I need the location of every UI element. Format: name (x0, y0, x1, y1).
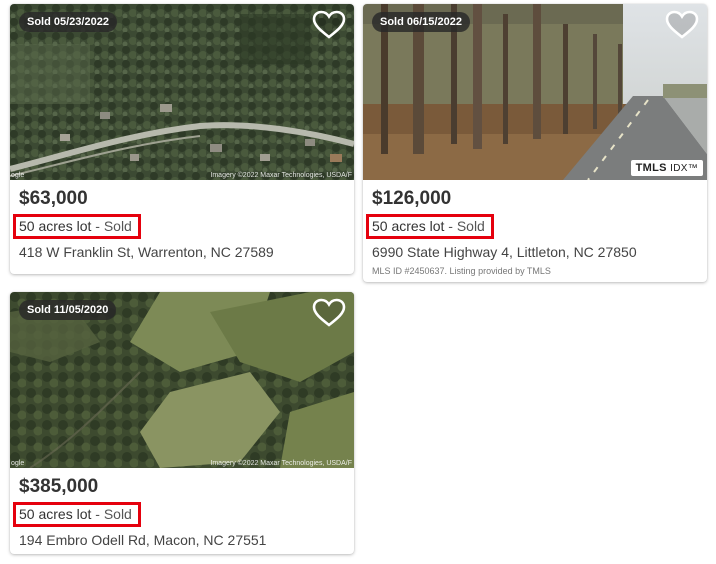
lot-size-status: 50 acres lot - Sold (366, 214, 494, 239)
tmls-idx-logo: TMLS IDX™ (630, 160, 703, 176)
listing-address[interactable]: 194 Embro Odell Rd, Macon, NC 27551 (19, 532, 266, 548)
listing-status: - Sold (91, 218, 132, 234)
listing-card[interactable]: Sold 06/15/2022 TMLS IDX™ $126,000 50 ac… (363, 4, 707, 282)
logo-main-text: TMLS (635, 162, 667, 174)
lot-size: 50 acres lot (372, 218, 445, 234)
listing-price: $126,000 (372, 188, 452, 209)
listing-card[interactable]: Sold 05/23/2022 ogle Imagery ©2022 Maxar… (10, 4, 354, 274)
imagery-credit: Imagery ©2022 Maxar Technologies, USDA/F (210, 172, 352, 179)
sold-date-badge: Sold 06/15/2022 (372, 12, 470, 32)
listing-address[interactable]: 6990 State Highway 4, Littleton, NC 2785… (372, 244, 637, 260)
listing-price: $385,000 (19, 476, 99, 497)
heart-outline-icon[interactable] (312, 298, 346, 328)
map-provider-text: ogle (11, 172, 25, 179)
listing-status: - Sold (91, 506, 132, 522)
heart-outline-icon[interactable] (665, 10, 699, 40)
lot-size: 50 acres lot (19, 506, 92, 522)
listing-address[interactable]: 418 W Franklin St, Warrenton, NC 27589 (19, 244, 274, 260)
sold-date-badge: Sold 11/05/2020 (19, 300, 117, 320)
heart-outline-icon[interactable] (312, 10, 346, 40)
lot-size-status: 50 acres lot - Sold (13, 214, 141, 239)
imagery-credit: Imagery ©2022 Maxar Technologies, USDA/F (210, 460, 352, 467)
listing-card[interactable]: Sold 11/05/2020 ogle Imagery ©2022 Maxar… (10, 292, 354, 554)
mls-disclaimer: MLS ID #2450637. Listing provided by TML… (372, 266, 551, 276)
listing-price: $63,000 (19, 188, 88, 209)
listing-photo-road[interactable]: Sold 06/15/2022 TMLS IDX™ (363, 4, 707, 180)
map-provider-text: ogle (11, 460, 25, 467)
listing-status: - Sold (444, 218, 485, 234)
listing-photo-satellite[interactable]: Sold 05/23/2022 ogle Imagery ©2022 Maxar… (10, 4, 354, 180)
logo-idx-text: IDX™ (670, 163, 698, 174)
sold-date-badge: Sold 05/23/2022 (19, 12, 117, 32)
listing-photo-satellite[interactable]: Sold 11/05/2020 ogle Imagery ©2022 Maxar… (10, 292, 354, 468)
lot-size: 50 acres lot (19, 218, 92, 234)
lot-size-status: 50 acres lot - Sold (13, 502, 141, 527)
